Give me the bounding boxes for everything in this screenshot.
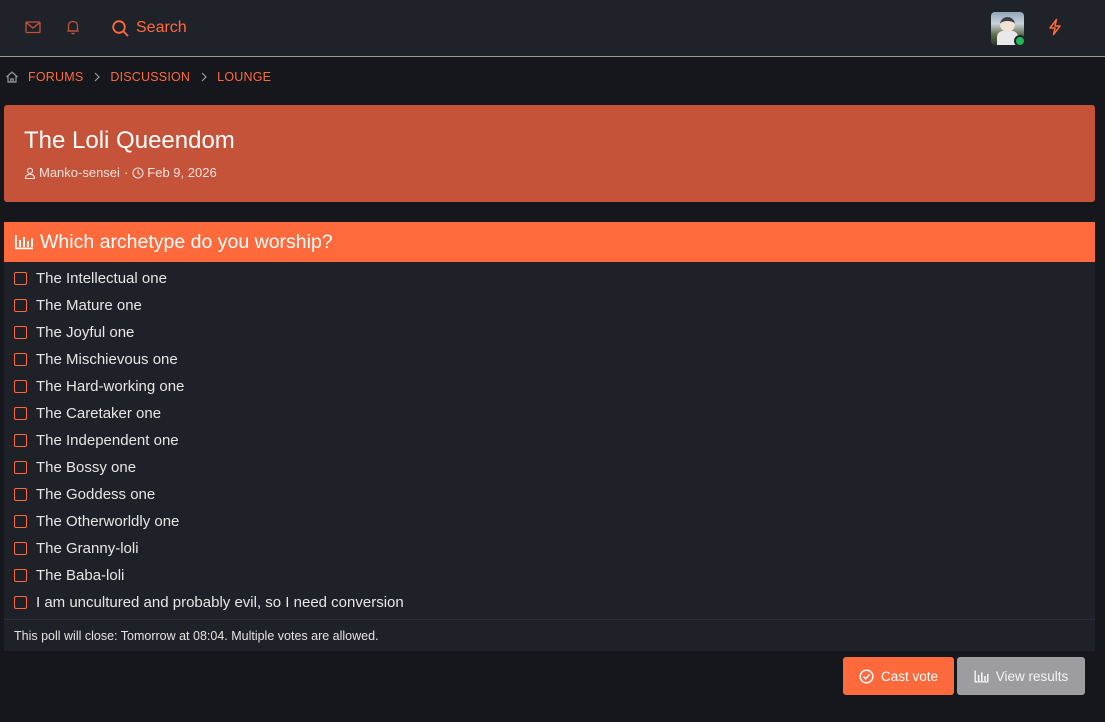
poll-option-label: The Goddess one: [36, 485, 156, 503]
checkbox[interactable]: [14, 568, 27, 582]
poll-option[interactable]: The Mature one: [14, 295, 142, 315]
checkbox[interactable]: [14, 379, 27, 393]
poll-option-label: The Otherworldly one: [36, 512, 180, 530]
bar-chart-icon: [14, 233, 34, 251]
chevron-right-icon: [200, 72, 208, 82]
search-label: Search: [136, 19, 187, 36]
checkbox[interactable]: [14, 595, 27, 609]
thread-author[interactable]: Manko-sensei: [39, 165, 120, 180]
user-icon: [24, 167, 36, 179]
thread-meta: Manko-sensei · Feb 9, 2026: [24, 165, 217, 180]
poll-option[interactable]: The Independent one: [14, 430, 179, 450]
lightning-icon[interactable]: [1046, 18, 1064, 36]
clock-icon: [132, 166, 144, 179]
checkbox[interactable]: [14, 325, 27, 339]
chevron-right-icon: [93, 72, 101, 82]
online-status-indicator: [1014, 35, 1026, 47]
poll-option-label: The Hard-working one: [36, 377, 185, 395]
view-results-button[interactable]: View results: [957, 657, 1085, 695]
checkbox[interactable]: [14, 541, 27, 555]
check-circle-icon: [859, 668, 874, 684]
poll-option-label: The Intellectual one: [36, 269, 167, 287]
search-icon: [111, 19, 130, 38]
search-button[interactable]: Search: [111, 16, 187, 40]
thread-title: The Loli Queendom: [24, 127, 235, 154]
poll-option[interactable]: The Caretaker one: [14, 403, 161, 423]
bell-icon[interactable]: [64, 18, 82, 36]
checkbox[interactable]: [14, 298, 27, 312]
poll-option-label: The Mischievous one: [36, 350, 178, 368]
envelope-icon[interactable]: [24, 18, 42, 36]
breadcrumb: FORUMS DISCUSSION LOUNGE: [5, 68, 271, 86]
checkbox[interactable]: [14, 406, 27, 420]
poll-option-label: The Granny-loli: [36, 539, 139, 557]
poll-option[interactable]: The Hard-working one: [14, 376, 184, 396]
view-results-label: View results: [995, 668, 1069, 684]
thread-header: The Loli Queendom Manko-sensei · Feb 9, …: [4, 105, 1095, 202]
breadcrumb-link-discussion[interactable]: DISCUSSION: [110, 70, 190, 84]
poll-footer-note: This poll will close: Tomorrow at 08:04.…: [4, 619, 1095, 651]
poll-option-label: I am uncultured and probably evil, so I …: [36, 593, 404, 611]
checkbox[interactable]: [14, 487, 27, 501]
poll-option[interactable]: I am uncultured and probably evil, so I …: [14, 592, 404, 612]
checkbox[interactable]: [14, 352, 27, 366]
poll-option[interactable]: The Baba-loli: [14, 565, 124, 585]
poll-option[interactable]: The Otherworldly one: [14, 511, 179, 531]
poll-option-label: The Caretaker one: [36, 404, 162, 422]
poll-option[interactable]: The Goddess one: [14, 484, 155, 504]
poll-option[interactable]: The Granny-loli: [14, 538, 139, 558]
top-navigation-bar: Search: [0, 0, 1105, 57]
checkbox[interactable]: [14, 460, 27, 474]
poll-option[interactable]: The Bossy one: [14, 457, 136, 477]
poll-option[interactable]: The Joyful one: [14, 322, 134, 342]
meta-separator: ·: [123, 165, 129, 180]
checkbox[interactable]: [14, 514, 27, 528]
breadcrumb-link-lounge[interactable]: LOUNGE: [217, 70, 271, 84]
poll-option-label: The Mature one: [36, 296, 142, 314]
thread-date[interactable]: Feb 9, 2026: [147, 165, 216, 180]
checkbox[interactable]: [14, 271, 27, 285]
poll-option-label: The Joyful one: [36, 323, 135, 341]
poll-option[interactable]: The Mischievous one: [14, 349, 178, 369]
poll-option-label: The Bossy one: [36, 458, 137, 476]
checkbox[interactable]: [14, 433, 27, 447]
bar-chart-icon: [974, 669, 989, 684]
cast-vote-label: Cast vote: [880, 668, 939, 684]
poll-question: Which archetype do you worship?: [40, 230, 333, 253]
poll-option-label: The Independent one: [36, 431, 179, 449]
poll-option[interactable]: The Intellectual one: [14, 268, 167, 288]
poll-header: Which archetype do you worship?: [4, 222, 1095, 262]
cast-vote-button[interactable]: Cast vote: [843, 657, 954, 695]
breadcrumb-link-forums[interactable]: FORUMS: [28, 70, 83, 84]
home-icon[interactable]: [5, 70, 19, 84]
poll-option-label: The Baba-loli: [36, 566, 125, 584]
poll-block: Which archetype do you worship? The Inte…: [4, 222, 1095, 651]
